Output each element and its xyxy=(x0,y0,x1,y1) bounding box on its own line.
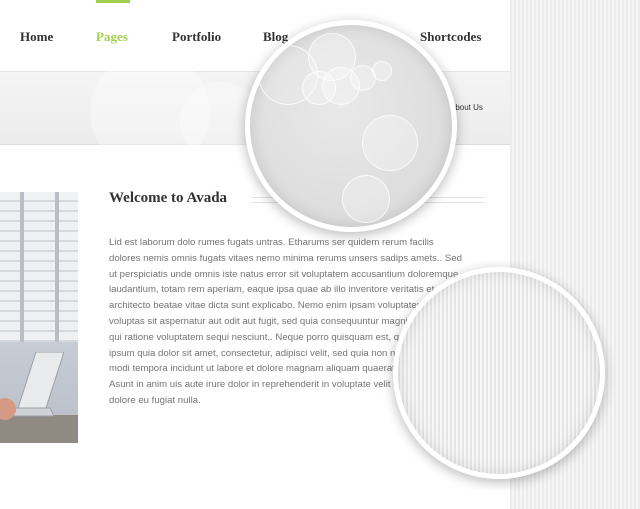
nav-item-shortcodes[interactable]: Shortcodes xyxy=(420,29,481,45)
nav-item-portfolio[interactable]: Portfolio xyxy=(172,29,221,45)
magnifier-lens-stripes xyxy=(393,267,605,479)
bokeh-circle xyxy=(258,45,318,105)
active-nav-indicator xyxy=(96,0,130,3)
magnifier-lens-header xyxy=(245,20,457,232)
hero-photo-office-laptop xyxy=(0,192,78,443)
nav-item-pages[interactable]: Pages xyxy=(96,29,128,45)
section-title: Welcome to Avada xyxy=(109,190,228,206)
photo-window-blinds xyxy=(0,192,78,342)
nav-item-home[interactable]: Home xyxy=(20,29,53,45)
page-bottom xyxy=(0,490,510,509)
bokeh-circle xyxy=(362,115,418,171)
bokeh-circle xyxy=(342,175,390,223)
bokeh-circle xyxy=(372,61,392,81)
photo-window-frame xyxy=(55,192,59,342)
photo-window-frame xyxy=(20,192,24,342)
